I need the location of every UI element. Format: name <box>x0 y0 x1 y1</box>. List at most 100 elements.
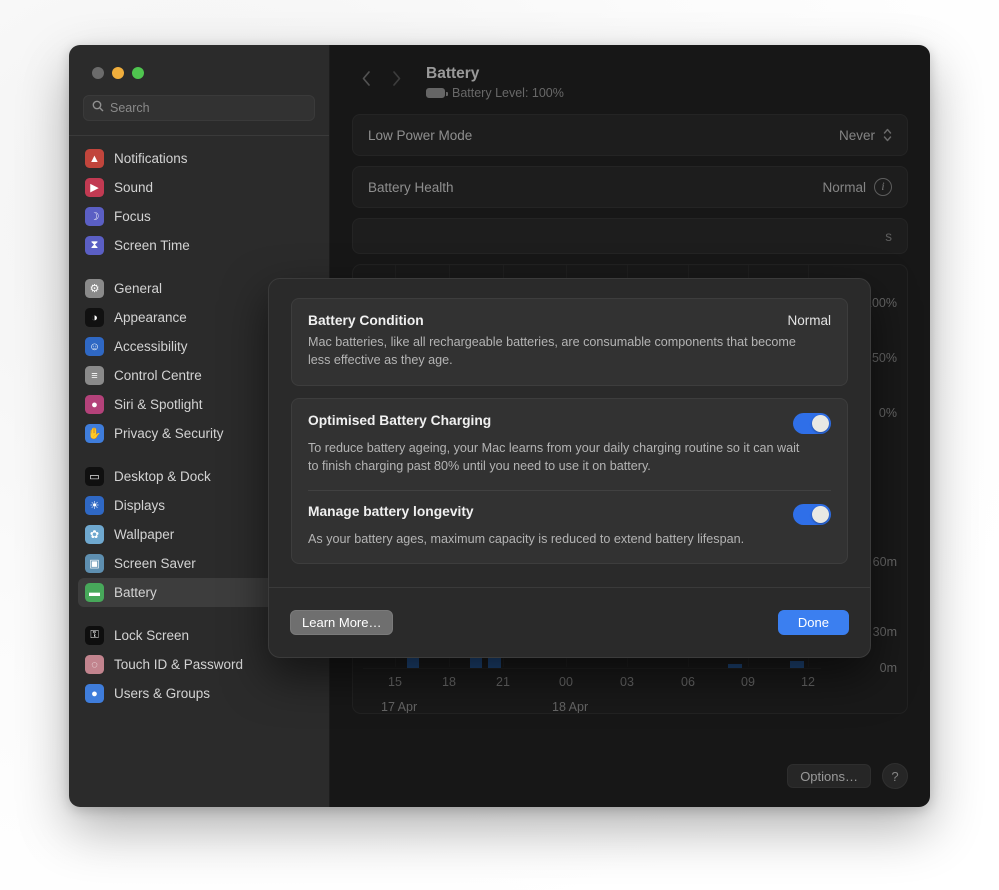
xtick-label: 06 <box>681 675 695 689</box>
battery-icon: ▬ <box>85 583 104 602</box>
item-title: Battery Condition <box>308 313 424 328</box>
sidebar-item-screen-time[interactable]: ⧗ Screen Time <box>78 231 320 260</box>
detail-footer: Options… ? <box>787 763 908 789</box>
item-description: To reduce battery ageing, your Mac learn… <box>308 440 800 473</box>
item-battery-condition: Battery Condition Normal Mac batteries, … <box>292 299 847 385</box>
xtick-label: 03 <box>620 675 634 689</box>
options-button[interactable]: Options… <box>787 764 871 788</box>
sidebar-item-label: Lock Screen <box>114 628 190 643</box>
chevron-right-icon <box>392 70 400 86</box>
sidebar-item-label: Appearance <box>114 310 187 325</box>
item-description: As your battery ages, maximum capacity i… <box>308 532 745 546</box>
usage-bar <box>790 661 804 668</box>
traffic-lights <box>69 45 329 79</box>
learn-more-button[interactable]: Learn More… <box>290 610 394 635</box>
sidebar-item-label: Notifications <box>114 151 188 166</box>
title-row: Manage battery longevity <box>308 504 831 525</box>
obscured-text: s <box>885 228 892 244</box>
lock-screen-icon: ⚿ <box>85 626 104 645</box>
sidebar-item-focus[interactable]: ☽ Focus <box>78 202 320 231</box>
battery-level-text: Battery Level: 100% <box>452 86 564 100</box>
row-control[interactable]: Never <box>839 127 892 143</box>
sound-icon: ▶ <box>85 178 104 197</box>
sidebar-item-label: Touch ID & Password <box>114 657 244 672</box>
xtick-label: 12 <box>801 675 815 689</box>
search-container <box>69 79 329 121</box>
sidebar-divider <box>69 135 329 136</box>
xtick-label: 09 <box>741 675 755 689</box>
search-input[interactable] <box>110 101 306 115</box>
displays-icon: ☀ <box>85 496 104 515</box>
row-control[interactable]: Normal i <box>822 178 892 196</box>
maximise-window-button[interactable] <box>132 67 144 79</box>
sidebar-item-sound[interactable]: ▶ Sound <box>78 173 320 202</box>
title-row: Optimised Battery Charging <box>308 412 831 434</box>
xtick-label: 21 <box>496 675 510 689</box>
screen-saver-icon: ▣ <box>85 554 104 573</box>
low-power-mode-value: Never <box>838 127 875 143</box>
privacy-icon: ✋ <box>85 424 104 443</box>
title-row: Battery Condition Normal <box>308 313 831 328</box>
toggle-knob <box>812 506 829 523</box>
manage-battery-longevity-toggle[interactable] <box>793 504 831 525</box>
sidebar-item-label: Displays <box>114 498 166 513</box>
group-charging-options: Optimised Battery Charging To reduce bat… <box>291 397 848 565</box>
toggle-knob <box>812 414 829 432</box>
sidebar-item-label: Battery <box>114 585 157 600</box>
item-description: Mac batteries, like all rechargeable bat… <box>308 335 796 368</box>
battery-health-value: Normal <box>822 179 866 195</box>
system-settings-window: ▲ Notifications ▶ Sound ☽ Focus ⧗ Screen Time ⚙ G… <box>69 45 930 807</box>
xtick-label: 18 <box>442 675 456 689</box>
settings-rows: Low Power Mode Never Battery Health Norm… <box>330 100 930 254</box>
ytick-label: 0% <box>878 406 897 420</box>
screen-time-icon: ⧗ <box>85 236 104 255</box>
row-low-power-mode[interactable]: Low Power Mode Never <box>352 114 908 156</box>
forward-button[interactable] <box>382 63 410 93</box>
row-label: Low Power Mode <box>368 127 473 143</box>
general-icon: ⚙ <box>85 279 104 298</box>
xtick-label: 15 <box>388 675 402 689</box>
minimise-window-button[interactable] <box>112 67 124 79</box>
sheet-footer: Learn More… Done <box>269 587 870 657</box>
row-obscured[interactable]: s <box>352 218 908 254</box>
item-title: Optimised Battery Charging <box>308 412 492 428</box>
done-button[interactable]: Done <box>777 610 849 635</box>
focus-icon: ☽ <box>85 207 104 226</box>
sidebar-item-label: General <box>114 281 163 296</box>
sidebar-item-label: Focus <box>114 209 151 224</box>
sidebar-item-label: Screen Time <box>114 238 190 253</box>
sidebar-item-label: Users & Groups <box>114 686 211 701</box>
chevron-updown-icon[interactable] <box>883 127 892 143</box>
row-battery-health[interactable]: Battery Health Normal i <box>352 166 908 208</box>
item-manage-battery-longevity: Manage battery longevity As your battery… <box>292 490 847 563</box>
page-title: Battery <box>426 65 480 82</box>
row-label: Battery Health <box>368 179 454 195</box>
info-icon[interactable]: i <box>874 178 892 196</box>
date-label: 18 Apr <box>552 700 589 714</box>
help-button[interactable]: ? <box>882 763 908 789</box>
close-window-button[interactable] <box>92 67 104 79</box>
header-text: Battery Battery Level: 100% <box>426 63 564 100</box>
back-button[interactable] <box>352 63 380 93</box>
row-obscured-tail: s <box>885 229 892 244</box>
touch-id-icon: ◌ <box>85 655 104 674</box>
item-optimised-battery-charging: Optimised Battery Charging To reduce bat… <box>292 399 847 491</box>
wallpaper-icon: ✿ <box>85 525 104 544</box>
sidebar-item-label: Wallpaper <box>114 527 175 542</box>
group-battery-condition: Battery Condition Normal Mac batteries, … <box>291 298 848 386</box>
search-box[interactable] <box>83 95 315 121</box>
sidebar-item-label: Siri & Spotlight <box>114 397 203 412</box>
battery-health-sheet: Battery Condition Normal Mac batteries, … <box>268 278 871 658</box>
sidebar-item-users-groups[interactable]: ● Users & Groups <box>78 679 320 708</box>
sidebar-item-label: Sound <box>114 180 154 195</box>
sidebar-item-label: Desktop & Dock <box>114 469 211 484</box>
battery-level-line: Battery Level: 100% <box>426 86 564 100</box>
search-icon <box>92 99 104 117</box>
detail-header: Battery Battery Level: 100% <box>330 45 930 100</box>
optimised-battery-charging-toggle[interactable] <box>793 412 831 434</box>
gridline <box>363 668 821 669</box>
ytick-label: 30m <box>872 625 897 639</box>
sidebar-item-notifications[interactable]: ▲ Notifications <box>78 144 320 173</box>
usage-bar <box>728 664 742 668</box>
